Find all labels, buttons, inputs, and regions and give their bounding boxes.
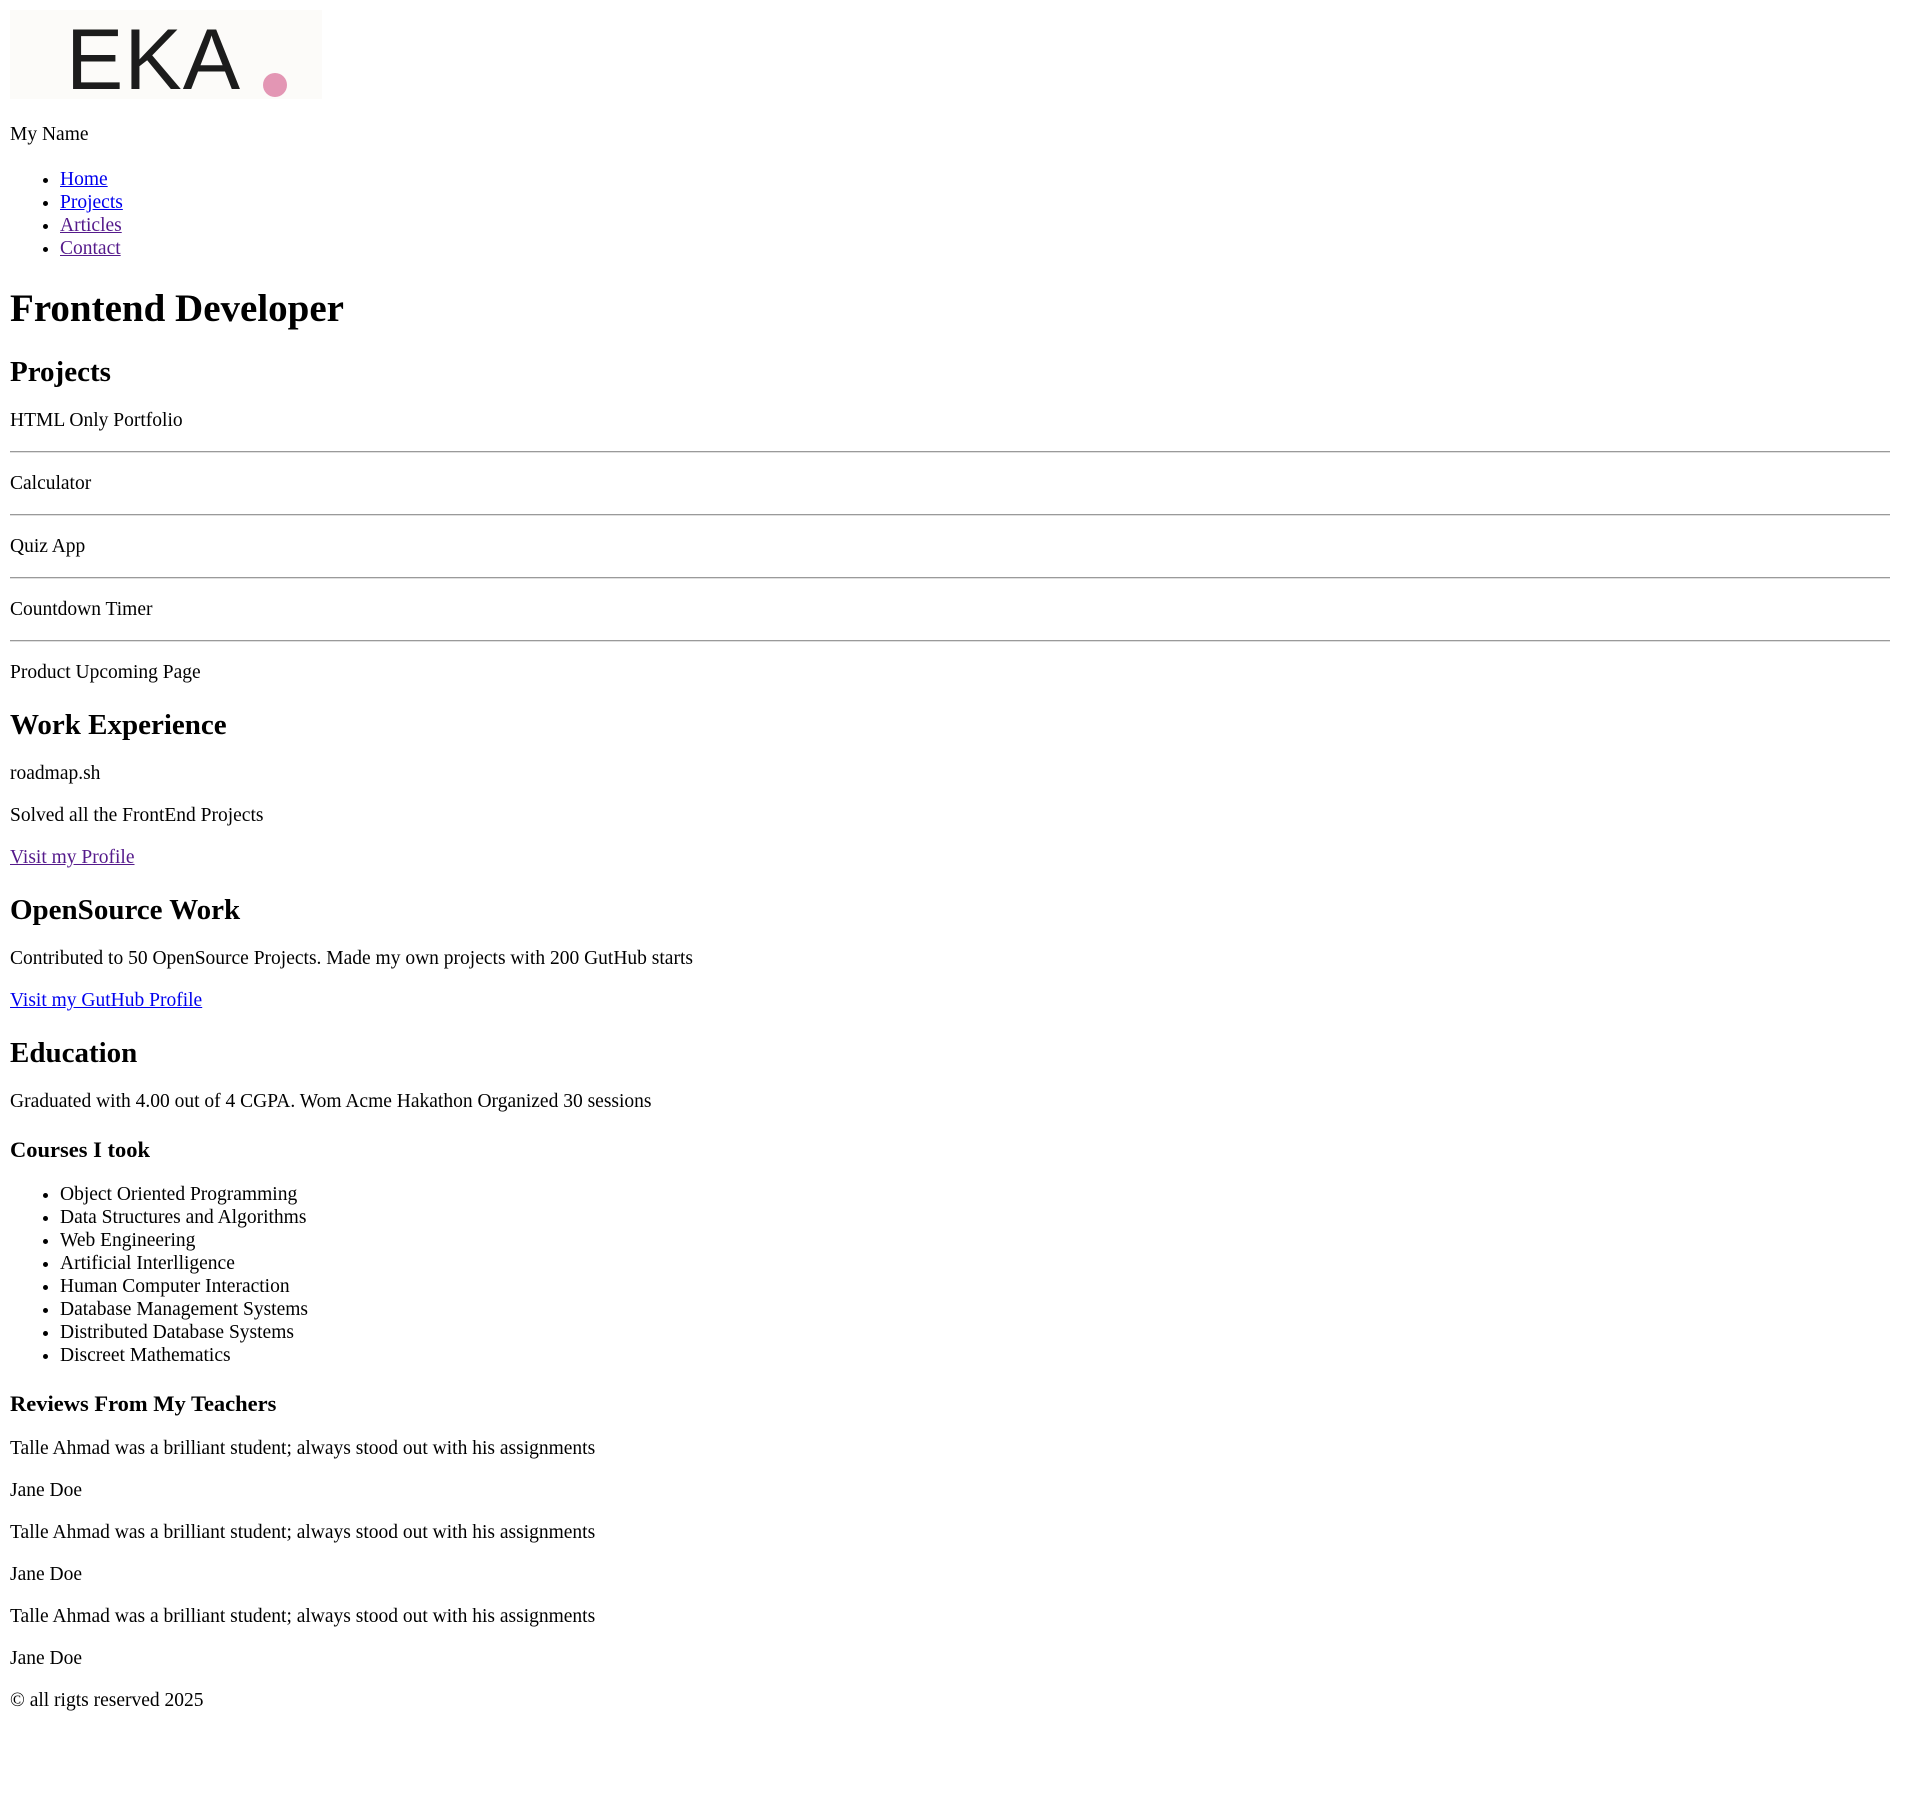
- project-item: Countdown Timer: [10, 599, 153, 620]
- course-item: Data Structures and Algorithms: [60, 1206, 1890, 1229]
- divider: [10, 640, 1890, 642]
- nav-item-home: Home: [60, 168, 1890, 191]
- review-text: Talle Ahmad was a brilliant student; alw…: [10, 1438, 596, 1459]
- site-footer: © all rigts reserved 2025: [10, 1689, 1890, 1712]
- main-nav: Home Projects Articles Contact: [10, 168, 1890, 260]
- logo: EKA: [10, 10, 322, 99]
- course-item: Distributed Database Systems: [60, 1321, 1890, 1344]
- course-item: Database Management Systems: [60, 1298, 1890, 1321]
- nav-list: Home Projects Articles Contact: [10, 168, 1890, 260]
- github-profile-link[interactable]: Visit my GutHub Profile: [10, 990, 202, 1011]
- copyright: © all rigts reserved 2025: [10, 1690, 204, 1711]
- nav-item-projects: Projects: [60, 191, 1890, 214]
- projects-section: Projects HTML Only Portfolio Calculator …: [10, 355, 1890, 684]
- course-item: Artificial Interlligence: [60, 1252, 1890, 1275]
- page: EKA My Name Home Projects Articles Conta…: [0, 0, 1900, 1712]
- nav-link-projects[interactable]: Projects: [60, 192, 123, 213]
- review-text: Talle Ahmad was a brilliant student; alw…: [10, 1606, 596, 1627]
- review-author: Jane Doe: [10, 1648, 83, 1669]
- courses-heading: Courses I took: [10, 1137, 151, 1162]
- work-company: roadmap.sh: [10, 763, 101, 784]
- project-item: Product Upcoming Page: [10, 662, 201, 683]
- course-item: Web Engineering: [60, 1229, 1890, 1252]
- project-item: HTML Only Portfolio: [10, 410, 183, 431]
- site-header: EKA My Name Home Projects Articles Conta…: [10, 10, 1890, 260]
- opensource-heading: OpenSource Work: [10, 894, 241, 926]
- work-section: Work Experience roadmap.sh Solved all th…: [10, 708, 1890, 869]
- nav-link-articles[interactable]: Articles: [60, 215, 122, 236]
- project-item: Quiz App: [10, 536, 86, 557]
- projects-heading: Projects: [10, 356, 111, 388]
- review-author: Jane Doe: [10, 1564, 83, 1585]
- review-author: Jane Doe: [10, 1480, 83, 1501]
- opensource-link-wrapper: Visit my GutHub Profile: [10, 989, 1890, 1012]
- nav-item-articles: Articles: [60, 214, 1890, 237]
- work-description: Solved all the FrontEnd Projects: [10, 805, 264, 826]
- nav-link-contact[interactable]: Contact: [60, 238, 121, 259]
- logo-text: EKA: [66, 12, 242, 99]
- courses-list: Object Oriented Programming Data Structu…: [10, 1183, 1890, 1367]
- course-item: Discreet Mathematics: [60, 1344, 1890, 1367]
- opensource-section: OpenSource Work Contributed to 50 OpenSo…: [10, 893, 1890, 1012]
- education-heading: Education: [10, 1037, 138, 1069]
- visit-profile-link[interactable]: Visit my Profile: [10, 847, 135, 868]
- nav-link-home[interactable]: Home: [60, 169, 108, 190]
- reviews-heading: Reviews From My Teachers: [10, 1391, 277, 1416]
- education-section: Education Graduated with 4.00 out of 4 C…: [10, 1036, 1890, 1670]
- project-item: Calculator: [10, 473, 92, 494]
- education-description: Graduated with 4.00 out of 4 CGPA. Wom A…: [10, 1091, 652, 1112]
- divider: [10, 451, 1890, 453]
- site-name: My Name: [10, 124, 89, 145]
- opensource-description: Contributed to 50 OpenSource Projects. M…: [10, 948, 693, 969]
- divider: [10, 577, 1890, 579]
- divider: [10, 514, 1890, 516]
- page-title: Frontend Developer: [10, 287, 344, 330]
- nav-item-contact: Contact: [60, 237, 1890, 260]
- course-item: Object Oriented Programming: [60, 1183, 1890, 1206]
- work-heading: Work Experience: [10, 709, 227, 741]
- course-item: Human Computer Interaction: [60, 1275, 1890, 1298]
- review-text: Talle Ahmad was a brilliant student; alw…: [10, 1522, 596, 1543]
- main-content: Frontend Developer Projects HTML Only Po…: [10, 286, 1890, 1670]
- work-link-wrapper: Visit my Profile: [10, 846, 1890, 869]
- logo-dot: [263, 73, 287, 97]
